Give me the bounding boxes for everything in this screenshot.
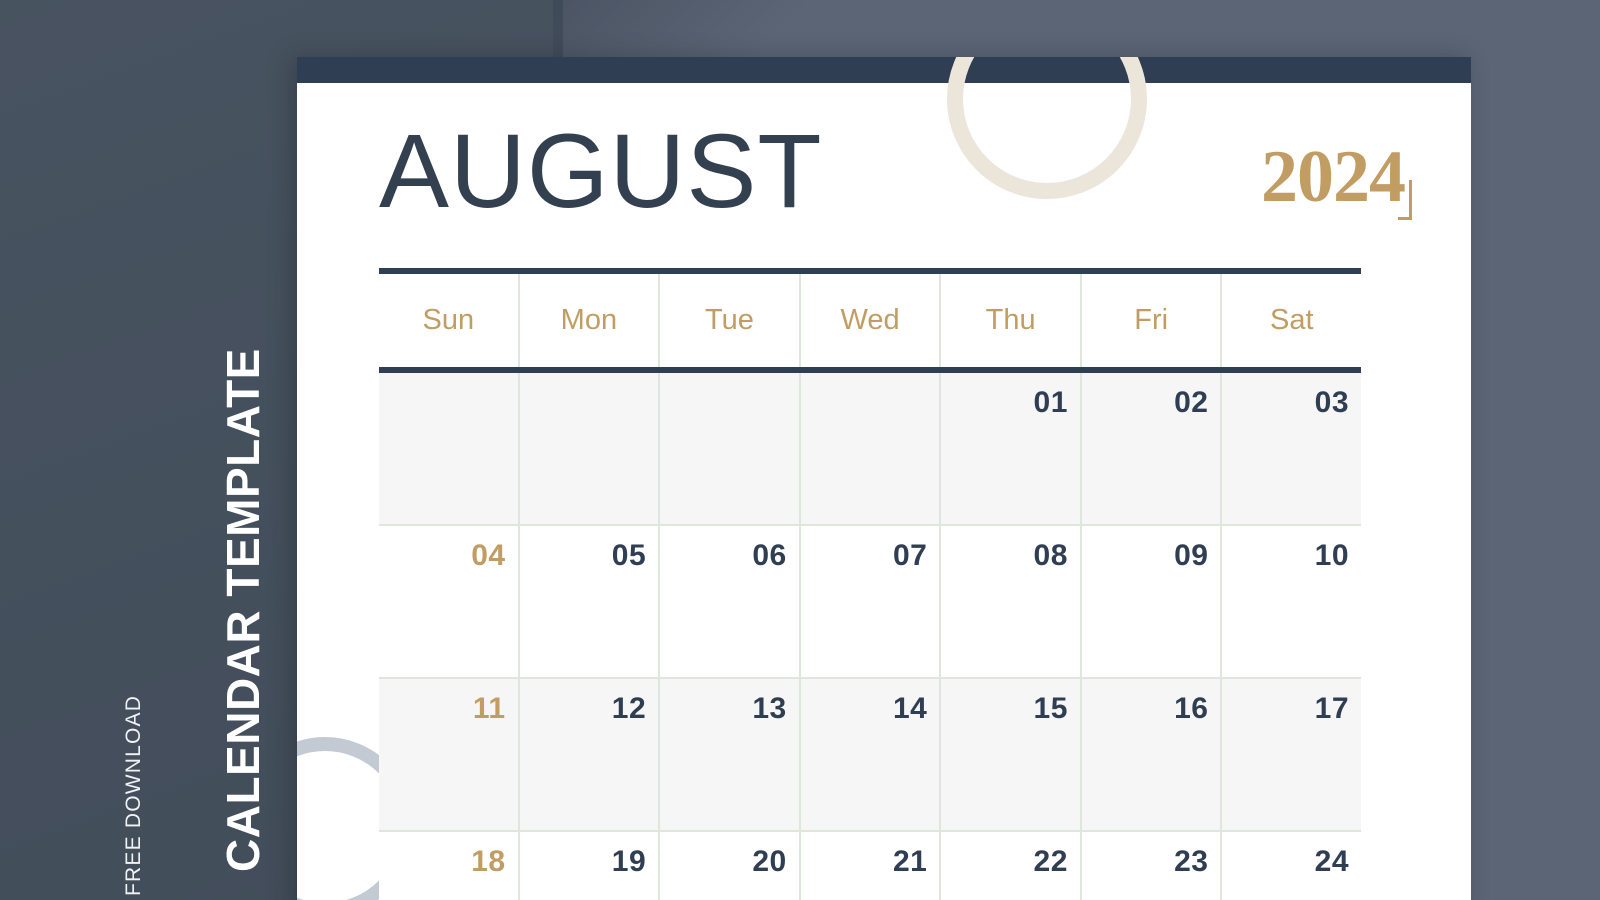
weekday-header-thu: Thu [941, 274, 1082, 367]
day-number: 04 [471, 539, 506, 572]
weekday-header-sat: Sat [1269, 304, 1314, 336]
day-cell[interactable]: 22 [941, 832, 1082, 900]
day-cell[interactable]: 08 [941, 526, 1082, 679]
day-number: 13 [752, 692, 787, 725]
day-cell[interactable]: 23 [1081, 832, 1223, 900]
calendar-card: AUGUST 2024 Sun Mon Tue Wed Thu Fri Sat [297, 57, 1471, 900]
day-cell[interactable]: 05 [519, 526, 661, 679]
week-row: 01 02 03 [379, 373, 1362, 526]
day-number: 05 [611, 539, 647, 572]
day-cell[interactable]: 15 [941, 679, 1082, 832]
month-title: AUGUST [379, 113, 823, 230]
day-number: 11 [472, 692, 506, 725]
day-cell[interactable] [519, 373, 661, 526]
day-cell[interactable]: 19 [519, 832, 661, 900]
day-cell[interactable]: 03 [1222, 373, 1362, 526]
day-cell[interactable] [660, 373, 801, 526]
week-row: 18 19 20 21 22 23 24 [379, 832, 1362, 900]
weekday-header-mon: Mon [520, 274, 661, 367]
day-number: 20 [752, 845, 787, 878]
day-cell[interactable]: 07 [800, 526, 942, 679]
weekday-header-wed: Wed [801, 274, 942, 367]
day-number: 17 [1314, 692, 1350, 725]
day-cell[interactable]: 11 [379, 679, 520, 832]
day-number: 21 [892, 845, 928, 878]
weekday-header-fri: Fri [1082, 274, 1223, 367]
day-number: 03 [1314, 386, 1350, 419]
card-top-bar [297, 57, 1471, 83]
day-cell[interactable]: 17 [1222, 679, 1362, 832]
day-number: 07 [892, 539, 928, 572]
day-cell[interactable]: 20 [660, 832, 801, 900]
day-cell[interactable]: 01 [941, 373, 1082, 526]
day-number: 02 [1174, 386, 1209, 419]
day-number: 24 [1314, 845, 1350, 878]
year-clip-artifact-vertical [1409, 180, 1412, 220]
day-number: 18 [471, 845, 506, 878]
day-cell[interactable]: 18 [379, 832, 520, 900]
day-cell[interactable]: 12 [519, 679, 661, 832]
day-number: 14 [892, 692, 928, 725]
calendar-header: AUGUST 2024 [379, 112, 1412, 247]
day-cell[interactable]: 21 [800, 832, 942, 900]
week-row: 04 05 06 07 08 09 10 [379, 526, 1362, 679]
day-cell[interactable]: 04 [379, 526, 520, 679]
day-cell[interactable] [800, 373, 942, 526]
day-number: 23 [1174, 845, 1209, 878]
day-cell[interactable]: 16 [1081, 679, 1223, 832]
day-number: 12 [611, 692, 647, 725]
calendar-grid: Sun Mon Tue Wed Thu Fri Sat 01 02 03 04 … [379, 268, 1362, 900]
day-cell[interactable]: 24 [1222, 832, 1362, 900]
day-cell[interactable]: 13 [660, 679, 801, 832]
day-number: 19 [611, 845, 647, 878]
day-cell[interactable]: 06 [660, 526, 801, 679]
day-cell[interactable]: 02 [1081, 373, 1223, 526]
day-cell[interactable] [379, 373, 520, 526]
day-number: 01 [1033, 386, 1068, 419]
day-number: 15 [1033, 692, 1068, 725]
day-cell[interactable]: 09 [1081, 526, 1223, 679]
year-title: 2024 [1261, 136, 1406, 218]
day-number: 06 [752, 539, 787, 572]
day-number: 16 [1174, 692, 1209, 725]
day-number: 10 [1314, 539, 1350, 572]
day-number: 22 [1033, 845, 1068, 878]
day-cell[interactable]: 10 [1222, 526, 1362, 679]
weekday-header-tue: Tue [660, 274, 801, 367]
week-row: 11 12 13 14 15 16 17 [379, 679, 1362, 832]
day-number: 08 [1033, 539, 1068, 572]
screenshot-root: CALENDAR TEMPLATE FREE DOWNLOAD AUGUST 2… [0, 0, 1600, 900]
day-number: 09 [1174, 539, 1209, 572]
day-cell[interactable]: 14 [800, 679, 942, 832]
weekday-header-sun: Sun [379, 274, 520, 367]
weekday-header-row: Sun Mon Tue Wed Thu Fri Sat [379, 274, 1361, 367]
